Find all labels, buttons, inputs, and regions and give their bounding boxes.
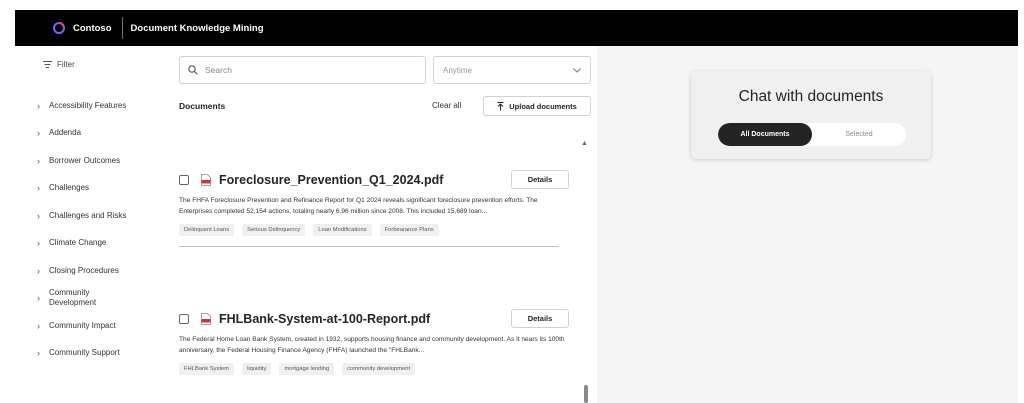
- chevron-right-icon: ›: [37, 320, 40, 331]
- tag[interactable]: mortgage lending: [279, 363, 335, 375]
- document-tags: Delinquent Loans Serious Delinquency Loa…: [179, 224, 574, 236]
- chevron-right-icon: ›: [37, 128, 40, 139]
- chat-panel: Chat with documents All Documents Select…: [597, 46, 1018, 403]
- document-description: The Federal Home Loan Bank System, creat…: [179, 336, 565, 354]
- filter-item-addenda[interactable]: › Addenda: [37, 120, 126, 148]
- filter-list: › Accessibility Features › Addenda › Borrow…: [37, 92, 126, 367]
- chevron-right-icon: ›: [37, 183, 40, 194]
- chat-card: Chat with documents All Documents Select…: [691, 71, 931, 159]
- tag[interactable]: Loan Modifications: [313, 224, 372, 236]
- app-title: Document Knowledge Mining: [130, 22, 264, 34]
- filter-item-community-development[interactable]: › Community Development: [37, 285, 126, 313]
- top-bar: Contoso Document Knowledge Mining: [15, 10, 1018, 46]
- tag[interactable]: FHLBank System: [179, 363, 235, 375]
- document-checkbox[interactable]: [179, 314, 189, 324]
- search-input[interactable]: Search: [179, 56, 426, 84]
- search-placeholder: Search: [205, 65, 232, 75]
- contoso-logo-icon: [53, 22, 65, 34]
- filter-item-accessibility-features[interactable]: › Accessibility Features: [37, 92, 126, 120]
- chevron-right-icon: ›: [37, 210, 40, 221]
- chevron-right-icon: ›: [37, 348, 40, 359]
- scrollbar-thumb[interactable]: [584, 385, 588, 403]
- tag[interactable]: Delinquent Loans: [179, 224, 235, 236]
- document-panel: Search Anytime Documents Clear all Uploa…: [167, 46, 597, 403]
- document-card: Foreclosure_Prevention_Q1_2024.pdf Detai…: [179, 170, 574, 247]
- chevron-right-icon: ›: [37, 100, 40, 111]
- tag[interactable]: Forbearance Plans: [379, 224, 439, 236]
- tag[interactable]: liquidity: [242, 363, 272, 375]
- filter-item-borrower-outcomes[interactable]: › Borrower Outcomes: [37, 147, 126, 175]
- pdf-file-icon: [201, 313, 211, 325]
- chevron-down-icon: [573, 67, 581, 73]
- filter-sidebar: Filter › Accessibility Features › Addenda …: [15, 46, 167, 403]
- tag[interactable]: Serious Delinquency: [242, 224, 306, 236]
- documents-heading: Documents: [179, 101, 226, 111]
- document-title[interactable]: Foreclosure_Prevention_Q1_2024.pdf: [219, 173, 443, 187]
- filter-item-community-support[interactable]: › Community Support: [37, 340, 126, 368]
- filter-label: Filter: [57, 60, 75, 69]
- chevron-right-icon: ›: [37, 293, 40, 304]
- filter-toggle[interactable]: Filter: [43, 60, 75, 69]
- upload-icon: [497, 101, 504, 110]
- filter-item-challenges[interactable]: › Challenges: [37, 175, 126, 203]
- chat-title: Chat with documents: [738, 88, 884, 105]
- upload-documents-label: Upload documents: [509, 101, 577, 111]
- date-filter-value: Anytime: [443, 65, 472, 75]
- tag[interactable]: community development: [342, 363, 416, 375]
- filter-icon: [43, 61, 52, 68]
- document-description: The FHFA Foreclosure Prevention and Refi…: [179, 197, 538, 215]
- clear-all-button[interactable]: Clear all: [432, 101, 461, 110]
- document-checkbox[interactable]: [179, 175, 189, 185]
- chevron-right-icon: ›: [37, 155, 40, 166]
- filter-item-community-impact[interactable]: › Community Impact: [37, 312, 126, 340]
- card-divider: [179, 246, 559, 247]
- filter-item-closing-procedures[interactable]: › Closing Procedures: [37, 257, 126, 285]
- document-card: FHLBank-System-at-100-Report.pdf Details…: [179, 309, 574, 375]
- upload-documents-button[interactable]: Upload documents: [483, 96, 591, 116]
- search-icon: [188, 65, 198, 75]
- filter-item-challenges-and-risks[interactable]: › Challenges and Risks: [37, 202, 126, 230]
- header-divider: [121, 17, 123, 39]
- document-tags: FHLBank System liquidity mortgage lendin…: [179, 363, 574, 375]
- chevron-right-icon: ›: [37, 238, 40, 249]
- pdf-file-icon: [201, 174, 211, 186]
- details-button[interactable]: Details: [511, 309, 569, 328]
- document-scope-toggle: All Documents Selected: [718, 123, 906, 146]
- document-title[interactable]: FHLBank-System-at-100-Report.pdf: [219, 312, 430, 326]
- selected-option[interactable]: Selected: [812, 123, 906, 146]
- filter-item-climate-change[interactable]: › Climate Change: [37, 230, 126, 258]
- details-button[interactable]: Details: [511, 170, 569, 189]
- chevron-right-icon: ›: [37, 265, 40, 276]
- brand-name[interactable]: Contoso: [73, 23, 112, 34]
- all-documents-option[interactable]: All Documents: [718, 123, 812, 146]
- date-filter-dropdown[interactable]: Anytime: [433, 56, 591, 84]
- scroll-up-arrow-icon[interactable]: ▲: [581, 140, 588, 147]
